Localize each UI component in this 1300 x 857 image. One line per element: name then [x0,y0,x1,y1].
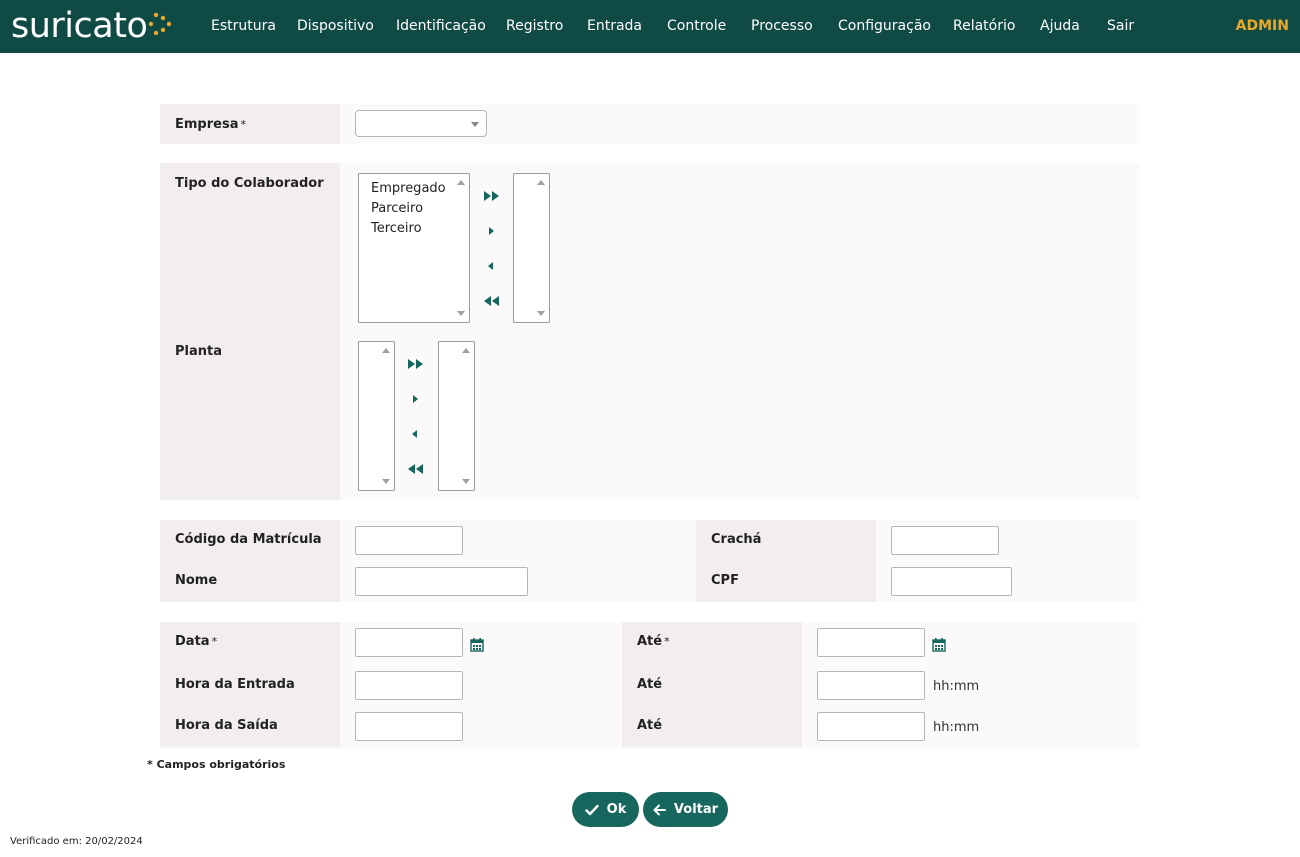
hora-entrada-ate-label: Até [637,677,663,692]
nome-label: Nome [175,573,218,588]
top-navigation-bar: suricato Estrutura Dispositivo Identific… [0,0,1300,53]
scroll-up-icon[interactable] [382,348,390,353]
arrow-left-icon [488,262,493,270]
tipo-planta-label-cell [160,163,340,500]
planta-move-right-button[interactable] [406,392,426,406]
data-ate-input[interactable] [817,628,925,657]
list-option[interactable]: Empregado [371,181,446,196]
check-icon [584,804,599,815]
arrow-left-icon [653,804,666,815]
scroll-down-icon[interactable] [382,479,390,484]
nav-entrada[interactable]: Entrada [587,18,642,34]
hora-entrada-input[interactable] [355,671,463,700]
tipo-colaborador-available-list[interactable]: Empregado Parceiro Terceiro [358,173,470,323]
user-name[interactable]: ADMIN [1236,18,1289,34]
nav-controle[interactable]: Controle [667,18,726,34]
verified-date: Verificado em: 20/02/2024 [10,836,143,847]
hora-entrada-label: Hora da Entrada [175,677,295,692]
scroll-up-icon[interactable] [462,348,470,353]
nav-identificacao[interactable]: Identificação [396,18,486,34]
calendar-icon[interactable] [932,638,946,652]
arrow-right-icon [489,227,494,235]
nav-dispositivo[interactable]: Dispositivo [297,18,374,34]
move-right-button[interactable] [482,224,502,238]
codigo-matricula-label: Código da Matrícula [175,532,322,547]
data-ate-label: Até * [637,634,670,649]
move-all-right-button[interactable] [482,189,502,203]
double-arrow-right-icon [484,191,499,201]
scroll-up-icon[interactable] [537,180,545,185]
back-button[interactable]: Voltar [643,792,728,827]
planta-available-list[interactable] [358,341,395,491]
ok-button[interactable]: Ok [572,792,639,827]
time-format-hint: hh:mm [933,720,980,735]
tipo-colaborador-label: Tipo do Colaborador [175,176,324,191]
scroll-up-icon[interactable] [457,180,465,185]
move-all-left-button[interactable] [482,294,502,308]
empresa-select[interactable] [355,110,487,137]
list-option[interactable]: Terceiro [371,221,422,236]
nav-ajuda[interactable]: Ajuda [1040,18,1080,34]
logo-dots-icon [149,12,172,36]
move-left-button[interactable] [482,259,502,273]
tipo-colaborador-selected-list[interactable] [513,173,550,323]
ok-button-label: Ok [606,802,627,817]
planta-selected-list[interactable] [438,341,475,491]
codigo-matricula-input[interactable] [355,526,463,555]
data-label: Data * [175,634,218,649]
cracha-label: Crachá [711,532,762,547]
planta-move-all-right-button[interactable] [406,357,426,371]
planta-move-left-button[interactable] [406,427,426,441]
cracha-input[interactable] [891,526,999,555]
scroll-down-icon[interactable] [457,311,465,316]
double-arrow-right-icon [408,359,423,369]
nav-estrutura[interactable]: Estrutura [211,18,276,34]
hora-entrada-ate-input[interactable] [817,671,925,700]
scroll-down-icon[interactable] [462,479,470,484]
nav-registro[interactable]: Registro [506,18,563,34]
logo-text: suricato [11,6,148,46]
cpf-label: CPF [711,573,739,588]
scroll-down-icon[interactable] [537,311,545,316]
arrow-right-icon [413,395,418,403]
nome-input[interactable] [355,567,528,596]
hora-saida-input[interactable] [355,712,463,741]
hora-saida-label: Hora da Saída [175,718,278,733]
empresa-label: Empresa * [175,117,246,132]
cpf-input[interactable] [891,567,1012,596]
nav-processo[interactable]: Processo [751,18,813,34]
required-fields-note: * Campos obrigatórios [147,758,286,771]
planta-move-all-left-button[interactable] [406,462,426,476]
planta-label: Planta [175,344,222,359]
back-button-label: Voltar [673,802,719,817]
double-arrow-left-icon [408,464,423,474]
nav-sair[interactable]: Sair [1107,18,1134,34]
chevron-down-icon [471,122,479,127]
time-format-hint: hh:mm [933,679,980,694]
hora-saida-ate-label: Até [637,718,663,733]
double-arrow-left-icon [484,296,499,306]
calendar-icon[interactable] [470,638,484,652]
list-option[interactable]: Parceiro [371,201,423,216]
data-input[interactable] [355,628,463,657]
hora-saida-ate-input[interactable] [817,712,925,741]
nav-configuracao[interactable]: Configuração [838,18,931,34]
arrow-left-icon [412,430,417,438]
nav-relatorio[interactable]: Relatório [953,18,1015,34]
suricato-logo[interactable]: suricato [11,4,174,48]
